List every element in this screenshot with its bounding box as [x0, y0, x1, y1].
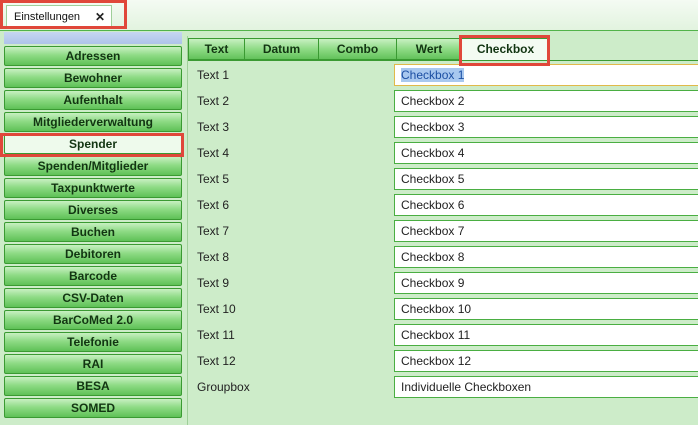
text-field-text-12[interactable]: Checkbox 12: [394, 350, 698, 372]
field-label: Text 1: [197, 68, 230, 82]
text-field-text-2[interactable]: Checkbox 2: [394, 90, 698, 112]
field-label: Groupbox: [197, 380, 250, 394]
field-label: Text 3: [197, 120, 230, 134]
text-field-text-7[interactable]: Checkbox 7: [394, 220, 698, 242]
tab-checkbox[interactable]: Checkbox: [462, 38, 550, 60]
tab-divider: [188, 60, 698, 61]
field-value: Checkbox 3: [401, 120, 465, 134]
form-row: Text 10 Checkbox 10: [188, 298, 698, 320]
field-label: Text 6: [197, 198, 230, 212]
sidebar-item-besa[interactable]: BESA: [4, 376, 182, 396]
sidebar-item-csv-daten[interactable]: CSV-Daten: [4, 288, 182, 308]
form-row: Groupbox Individuelle Checkboxen: [188, 376, 698, 398]
sidebar-item-debitoren[interactable]: Debitoren: [4, 244, 182, 264]
sidebar-nav: Adressen Bewohner Aufenthalt Mitgliederverw…: [4, 46, 182, 420]
form-row: Text 7 Checkbox 7: [188, 220, 698, 242]
field-value: Checkbox 11: [401, 328, 471, 342]
field-label: Text 7: [197, 224, 230, 238]
tab-bar: Text Datum Combo Wert Checkbox: [188, 38, 550, 60]
sidebar-item-spender[interactable]: Spender: [4, 134, 182, 154]
text-field-groupbox[interactable]: Individuelle Checkboxen: [394, 376, 698, 398]
sidebar-item-taxpunktwerte[interactable]: Taxpunktwerte: [4, 178, 182, 198]
form-row: Text 3 Checkbox 3: [188, 116, 698, 138]
text-field-text-8[interactable]: Checkbox 8: [394, 246, 698, 268]
sidebar-item-diverses[interactable]: Diverses: [4, 200, 182, 220]
field-value: Checkbox 12: [401, 354, 472, 368]
tab-wert[interactable]: Wert: [397, 38, 462, 60]
field-label: Text 8: [197, 250, 230, 264]
text-field-text-10[interactable]: Checkbox 10: [394, 298, 698, 320]
close-icon[interactable]: ✕: [95, 11, 105, 23]
tab-datum[interactable]: Datum: [245, 38, 319, 60]
sidebar-item-barcomed-2-0[interactable]: BarCoMed 2.0: [4, 310, 182, 330]
field-value: Checkbox 2: [401, 94, 465, 108]
text-field-text-3[interactable]: Checkbox 3: [394, 116, 698, 138]
field-label: Text 9: [197, 276, 230, 290]
sidebar-item-aufenthalt[interactable]: Aufenthalt: [4, 90, 182, 110]
form-row: Text 2 Checkbox 2: [188, 90, 698, 112]
form-row: Text 1 Checkbox 1: [188, 64, 698, 86]
field-label: Text 5: [197, 172, 230, 186]
field-label: Text 2: [197, 94, 230, 108]
sidebar-item-mitgliederverwaltung[interactable]: Mitgliederverwaltung: [4, 112, 182, 132]
sidebar-item-buchen[interactable]: Buchen: [4, 222, 182, 242]
field-label: Text 10: [197, 302, 236, 316]
field-value: Checkbox 9: [401, 276, 465, 290]
field-value: Individuelle Checkboxen: [401, 380, 532, 394]
sidebar-item-adressen[interactable]: Adressen: [4, 46, 182, 66]
tab-einstellungen[interactable]: Einstellungen ✕: [6, 5, 112, 27]
text-field-text-4[interactable]: Checkbox 4: [394, 142, 698, 164]
field-value: Checkbox 5: [401, 172, 465, 186]
field-value: Checkbox 1: [401, 68, 465, 82]
text-field-text-9[interactable]: Checkbox 9: [394, 272, 698, 294]
sidebar: Adressen Bewohner Aufenthalt Mitgliederverw…: [0, 32, 185, 425]
form-row: Text 8 Checkbox 8: [188, 246, 698, 268]
field-value: Checkbox 10: [401, 302, 472, 316]
settings-panel: Text Datum Combo Wert Checkbox Text 1 Checkbo…: [187, 36, 698, 425]
tab-combo[interactable]: Combo: [319, 38, 397, 60]
sidebar-item-barcode[interactable]: Barcode: [4, 266, 182, 286]
form-row: Text 11 Checkbox 11: [188, 324, 698, 346]
field-label: Text 4: [197, 146, 230, 160]
form-row: Text 6 Checkbox 6: [188, 194, 698, 216]
sidebar-item-bewohner[interactable]: Bewohner: [4, 68, 182, 88]
field-value: Checkbox 7: [401, 224, 465, 238]
sidebar-item-spenden-mitglieder[interactable]: Spenden/Mitglieder: [4, 156, 182, 176]
text-field-text-11[interactable]: Checkbox 11: [394, 324, 698, 346]
field-value: Checkbox 8: [401, 250, 465, 264]
document-tab-strip: Einstellungen ✕: [0, 0, 698, 31]
text-field-text-1[interactable]: Checkbox 1: [394, 64, 698, 86]
text-field-text-6[interactable]: Checkbox 6: [394, 194, 698, 216]
field-label: Text 11: [197, 328, 235, 342]
sidebar-item-telefonie[interactable]: Telefonie: [4, 332, 182, 352]
field-value: Checkbox 4: [401, 146, 465, 160]
tab-einstellungen-label: Einstellungen: [14, 10, 81, 23]
sidebar-item-somed[interactable]: SOMED: [4, 398, 182, 418]
form-row: Text 12 Checkbox 12: [188, 350, 698, 372]
form-row: Text 9 Checkbox 9: [188, 272, 698, 294]
form-row: Text 5 Checkbox 5: [188, 168, 698, 190]
field-label: Text 12: [197, 354, 236, 368]
sidebar-header-bar: [4, 32, 182, 44]
form-row: Text 4 Checkbox 4: [188, 142, 698, 164]
tab-text[interactable]: Text: [188, 38, 245, 60]
field-value: Checkbox 6: [401, 198, 465, 212]
sidebar-item-rai[interactable]: RAI: [4, 354, 182, 374]
text-field-text-5[interactable]: Checkbox 5: [394, 168, 698, 190]
